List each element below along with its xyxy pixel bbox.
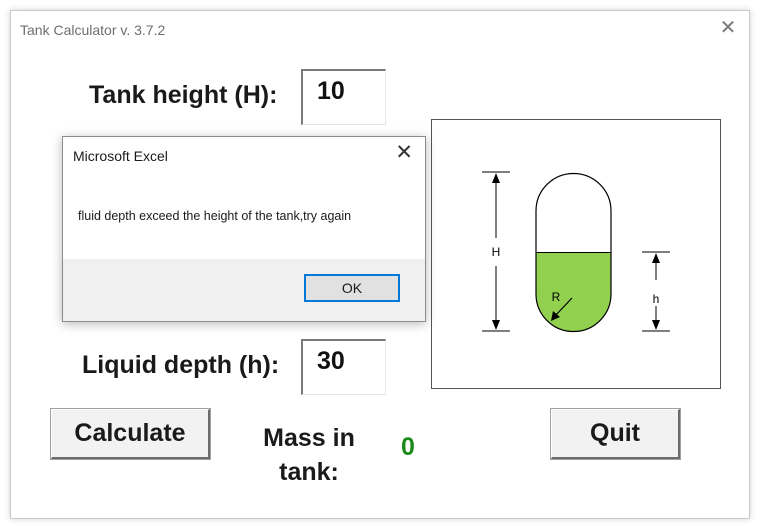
close-icon[interactable]: ✕ bbox=[719, 18, 737, 38]
height-H-label: H bbox=[492, 245, 501, 259]
excel-message-dialog: Microsoft Excel ✕ fluid depth exceed the… bbox=[62, 136, 426, 322]
dialog-close-icon[interactable]: ✕ bbox=[395, 142, 413, 163]
liquid-depth-input[interactable]: 30 bbox=[301, 339, 386, 395]
tank-diagram-svg: H h R bbox=[482, 171, 670, 333]
arrow-down-icon bbox=[492, 320, 500, 330]
arrow-up-icon bbox=[492, 173, 500, 183]
tank-height-input[interactable]: 10 bbox=[301, 69, 386, 125]
mass-in-tank-label: Mass in tank: bbox=[259, 421, 359, 489]
dialog-title: Microsoft Excel bbox=[73, 148, 168, 164]
arrow-down-icon bbox=[652, 320, 660, 330]
liquid-fill bbox=[536, 252, 611, 332]
tank-height-label: Tank height (H): bbox=[89, 81, 278, 109]
tank-diagram: H h R bbox=[431, 119, 721, 389]
liquid-depth-label: Liquid depth (h): bbox=[82, 351, 280, 379]
arrow-up-icon bbox=[652, 253, 660, 263]
quit-button[interactable]: Quit bbox=[551, 409, 680, 459]
radius-R-label: R bbox=[552, 290, 561, 304]
depth-h-label: h bbox=[653, 292, 660, 306]
dialog-message: fluid depth exceed the height of the tan… bbox=[78, 209, 352, 223]
dialog-footer: OK bbox=[63, 259, 425, 321]
window-title: Tank Calculator v. 3.7.2 bbox=[20, 22, 166, 38]
ok-button[interactable]: OK bbox=[304, 274, 400, 302]
height-dimension: H bbox=[482, 171, 510, 332]
mass-label-line2: tank: bbox=[279, 458, 339, 486]
mass-label-line1: Mass in bbox=[263, 424, 355, 452]
mass-value: 0 bbox=[401, 433, 415, 461]
depth-dimension: h bbox=[642, 251, 670, 332]
calculate-button[interactable]: Calculate bbox=[51, 409, 210, 459]
